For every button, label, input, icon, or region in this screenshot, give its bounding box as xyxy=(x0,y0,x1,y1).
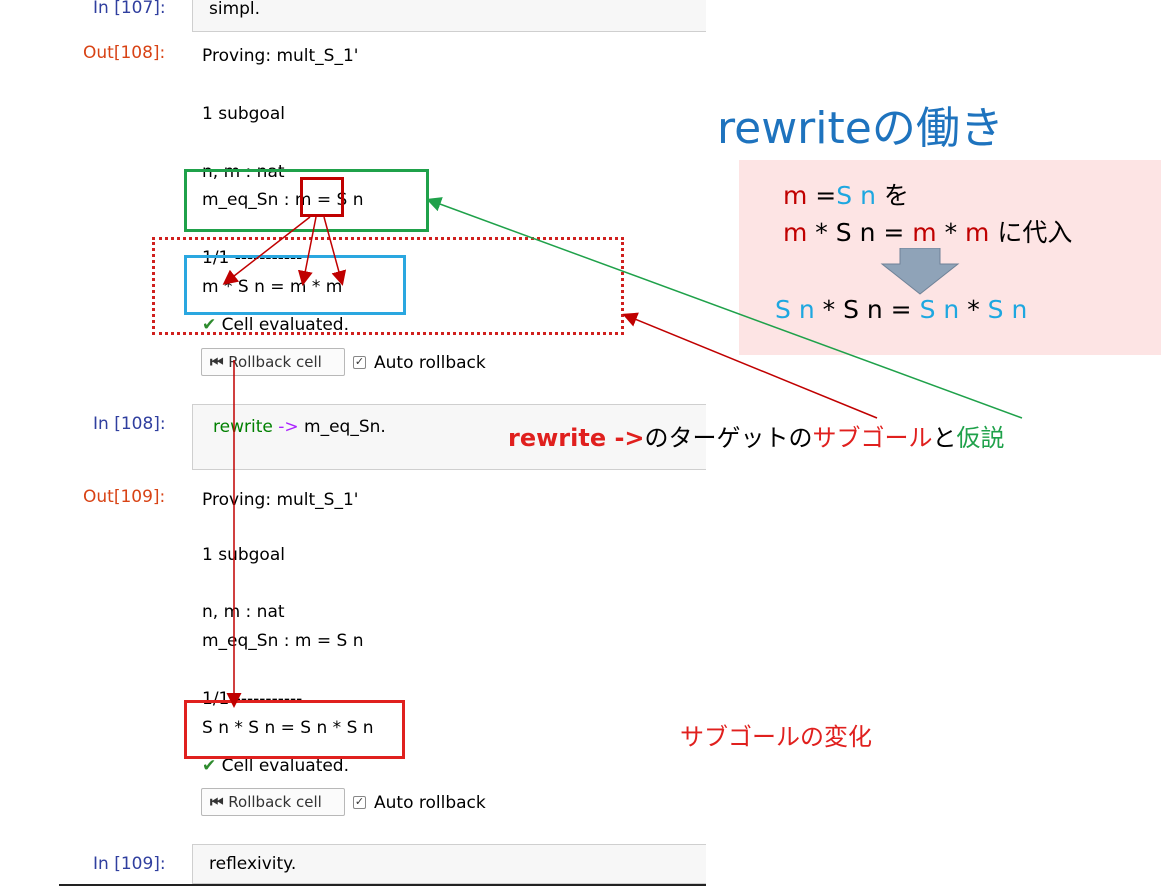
arrow-m-to-left xyxy=(222,216,311,285)
arrow-hypothesis xyxy=(426,197,1023,419)
arrow-m-to-mid xyxy=(297,216,317,286)
arrow-subgoal xyxy=(622,312,878,419)
arrow-m-to-right xyxy=(323,216,347,286)
annotation-arrows xyxy=(222,197,1023,708)
